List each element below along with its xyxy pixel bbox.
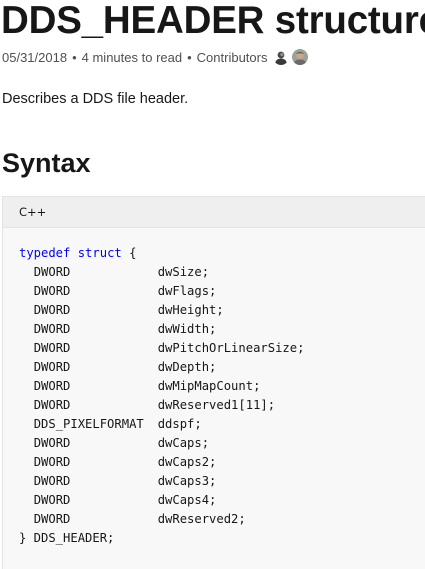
- member-name: dwPitchOrLinearSize;: [157, 341, 305, 355]
- contributor-avatars: [273, 49, 311, 65]
- member-name: dwReserved2;: [157, 512, 246, 526]
- member-type: DWORD: [33, 455, 71, 469]
- member-type: DWORD: [33, 322, 71, 336]
- code-line-member: DWORD dwHeight;: [19, 301, 304, 320]
- avatar-icon: [292, 49, 309, 65]
- code-content: typedef struct { DWORD dwSize; DWORD dwFla…: [19, 244, 304, 548]
- member-type: DWORD: [33, 436, 71, 450]
- code-line-member: DWORD dwFlags;: [19, 282, 304, 301]
- article-date: 05/31/2018: [2, 49, 68, 65]
- code-line-member: DWORD dwCaps;: [19, 434, 304, 453]
- contributors-link[interactable]: Contributors: [197, 50, 268, 65]
- article-metadata: 05/31/2018 • 4 minutes to read • Contrib…: [2, 47, 311, 67]
- code-line-member: DWORD dwSize;: [19, 263, 304, 282]
- code-line-member: DWORD dwWidth;: [19, 320, 304, 339]
- code-line-struct-open: typedef struct {: [19, 244, 304, 263]
- code-line-member: DWORD dwCaps3;: [19, 472, 304, 491]
- member-type: DWORD: [33, 341, 71, 355]
- member-name: ddspf;: [157, 417, 202, 431]
- code-line-member: DWORD dwReserved1[11];: [19, 396, 304, 415]
- member-type: DWORD: [33, 474, 71, 488]
- member-type: DWORD: [33, 398, 71, 412]
- member-name: dwSize;: [157, 265, 210, 279]
- code-line-struct-close: } DDS_HEADER;: [19, 531, 115, 545]
- member-type: DWORD: [33, 303, 71, 317]
- member-name: dwCaps4;: [157, 493, 217, 507]
- member-type: DWORD: [33, 512, 71, 526]
- page-title: DDS_HEADER structure: [1, 0, 425, 42]
- member-type: DWORD: [33, 360, 71, 374]
- syntax-heading: Syntax: [2, 148, 91, 178]
- article-page: DDS_HEADER structure 05/31/2018 • 4 minu…: [0, 0, 425, 569]
- code-line-member: DWORD dwDepth;: [19, 358, 304, 377]
- member-name: dwDepth;: [157, 360, 217, 374]
- keyword-typedef: typedef: [19, 246, 71, 260]
- member-type: DWORD: [33, 379, 71, 393]
- member-name: dwCaps2;: [157, 455, 217, 469]
- member-type: DWORD: [33, 284, 71, 298]
- member-name: dwCaps3;: [157, 474, 217, 488]
- code-language-label: C++: [19, 205, 47, 219]
- meta-separator: •: [187, 49, 192, 65]
- code-line-member: DWORD dwPitchOrLinearSize;: [19, 339, 305, 358]
- meta-separator: •: [72, 49, 77, 65]
- contributor-avatar-2[interactable]: [292, 49, 309, 65]
- keyword-struct: struct: [77, 246, 122, 260]
- member-name: dwWidth;: [157, 322, 217, 336]
- member-type: DWORD: [33, 265, 71, 279]
- opening-brace: {: [129, 246, 137, 260]
- member-name: dwReserved1[11];: [157, 398, 276, 412]
- member-type: DDS_PIXELFORMAT: [33, 417, 144, 431]
- code-line-member: DWORD dwCaps4;: [19, 491, 304, 510]
- member-name: dwHeight;: [157, 303, 224, 317]
- read-time: 4 minutes to read: [81, 49, 183, 65]
- contributor-avatar-1[interactable]: [273, 49, 290, 65]
- article-description: Describes a DDS file header.: [2, 91, 189, 107]
- avatar-icon: [273, 49, 290, 65]
- code-line-member: DDS_PIXELFORMAT ddspf;: [19, 415, 304, 434]
- code-block: C++ typedef struct { DWORD dwSize; DWORD d…: [2, 196, 425, 569]
- code-line-member: DWORD dwMipMapCount;: [19, 377, 304, 396]
- code-block-header: C++: [3, 197, 425, 228]
- code-line-member: DWORD dwCaps2;: [19, 453, 304, 472]
- member-type: DWORD: [33, 493, 71, 507]
- member-name: dwCaps;: [157, 436, 210, 450]
- code-line-member: DWORD dwReserved2;: [19, 510, 304, 529]
- member-name: dwMipMapCount;: [157, 379, 261, 393]
- member-name: dwFlags;: [157, 284, 217, 298]
